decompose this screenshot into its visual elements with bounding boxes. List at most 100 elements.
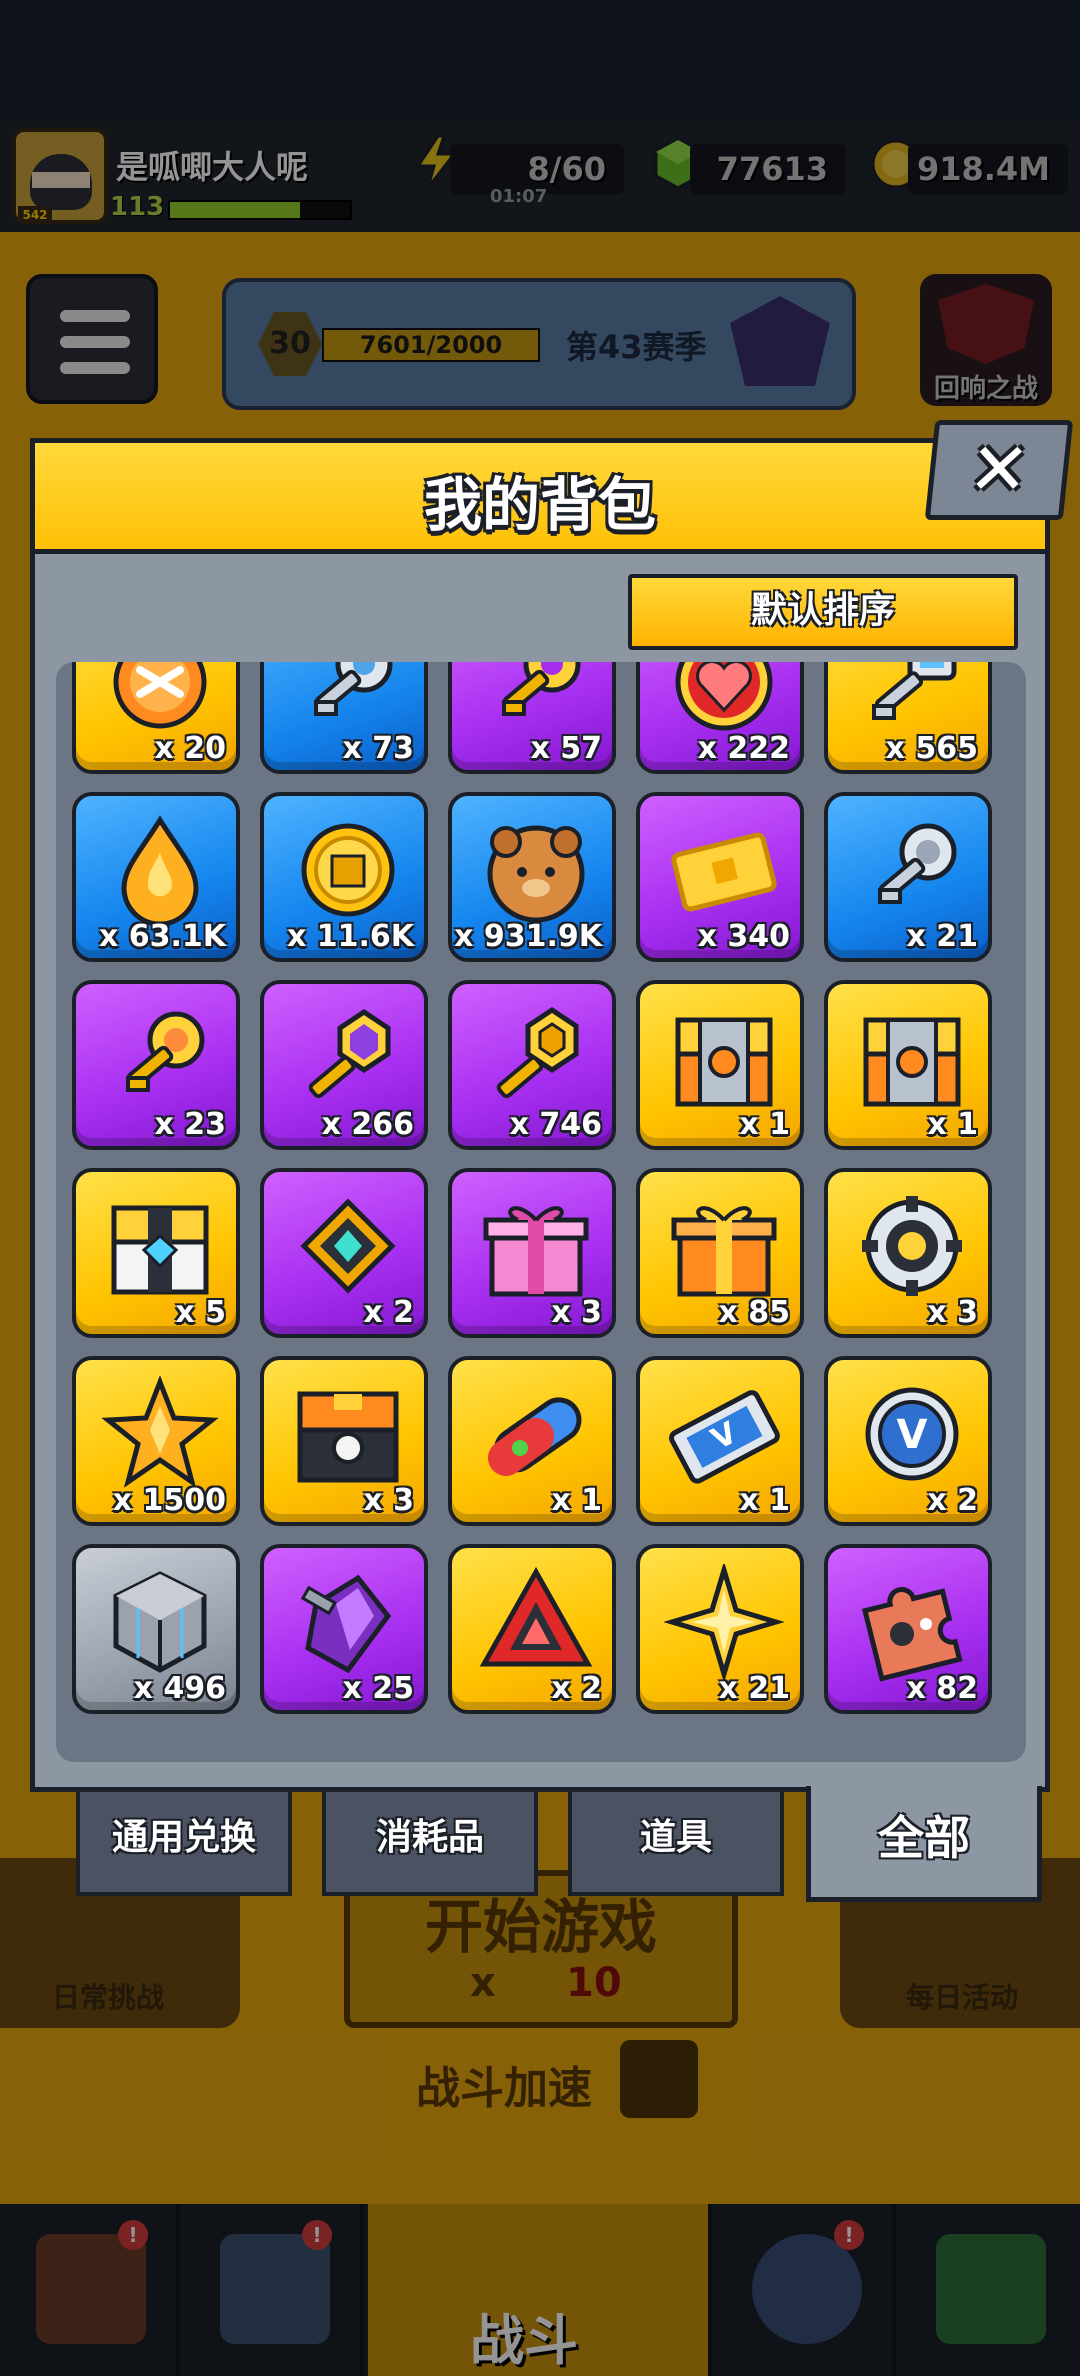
- gold-star-icon: [664, 1564, 784, 1682]
- item-quantity: x 23: [154, 1107, 226, 1142]
- close-button[interactable]: ✕: [924, 420, 1074, 520]
- item-slot[interactable]: x 222: [636, 662, 804, 774]
- item-quantity: x 2: [363, 1295, 414, 1330]
- item-quantity: x 1: [739, 1107, 790, 1142]
- gold-key-icon: [502, 662, 581, 716]
- item-slot[interactable]: x 63.1K: [72, 792, 240, 962]
- star-crystal-icon: [101, 1376, 219, 1488]
- pink-gift-icon: [483, 1206, 589, 1297]
- map-gem-icon: [300, 1198, 396, 1294]
- gold-coin-icon: [301, 823, 395, 917]
- capsule-icon: [488, 1397, 582, 1476]
- item-quantity: x 5: [175, 1295, 226, 1330]
- tab-label: 通用兑换: [111, 1817, 256, 1858]
- item-slot[interactable]: x 2: [260, 1168, 428, 1338]
- item-quantity: x 746: [509, 1107, 602, 1142]
- item-quantity: x 3: [363, 1483, 414, 1518]
- item-slot[interactable]: x 23: [72, 980, 240, 1150]
- item-quantity: x 82: [906, 1671, 978, 1706]
- item-slot[interactable]: x 565: [824, 662, 992, 774]
- item-quantity: x 21: [906, 919, 978, 954]
- sort-button[interactable]: 默认排序: [628, 574, 1018, 650]
- item-quantity: x 11.6K: [286, 919, 414, 954]
- item-slot[interactable]: x 20: [72, 662, 240, 774]
- item-quantity: x 3: [551, 1295, 602, 1330]
- item-quantity: x 25: [342, 1671, 414, 1706]
- item-quantity: x 3: [927, 1295, 978, 1330]
- orange-rune-orb-icon: [113, 662, 207, 729]
- tab-all[interactable]: 全部: [806, 1786, 1042, 1902]
- puzzle-piece-icon: [861, 1587, 963, 1682]
- tab-label: 消耗品: [375, 1817, 484, 1858]
- item-slot[interactable]: x 1: [636, 980, 804, 1150]
- item-quantity: x 2: [551, 1671, 602, 1706]
- v-ticket-icon: V: [669, 1390, 780, 1484]
- item-quantity: x 1: [739, 1483, 790, 1518]
- rose-key-icon: [126, 1011, 205, 1092]
- item-quantity: x 57: [530, 731, 602, 766]
- item-slot[interactable]: x 3: [824, 1168, 992, 1338]
- tab-label: 全部: [878, 1811, 970, 1865]
- item-slot[interactable]: x 496: [72, 1544, 240, 1714]
- item-quantity: x 266: [321, 1107, 414, 1142]
- item-slot[interactable]: x 21: [824, 792, 992, 962]
- item-quantity: x 222: [697, 731, 790, 766]
- tab-label: 道具: [639, 1817, 712, 1858]
- status-strip: [0, 0, 1080, 120]
- item-slot[interactable]: x 85: [636, 1168, 804, 1338]
- item-quantity: x 2: [927, 1483, 978, 1518]
- item-slot[interactable]: Vx 1: [636, 1356, 804, 1526]
- cube-icon: [113, 1571, 207, 1673]
- item-slot[interactable]: x 73: [260, 662, 428, 774]
- close-icon: ✕: [964, 427, 1034, 511]
- item-quantity: x 85: [718, 1295, 790, 1330]
- item-quantity: x 1: [927, 1107, 978, 1142]
- item-slot[interactable]: x 25: [260, 1544, 428, 1714]
- dog-cookie-icon: [487, 825, 585, 923]
- gold-ticket-icon: [671, 832, 777, 912]
- item-slot[interactable]: x 5: [72, 1168, 240, 1338]
- item-quantity: x 931.9K: [454, 919, 602, 954]
- svg-text:V: V: [897, 1412, 928, 1458]
- item-quantity: x 20: [154, 731, 226, 766]
- item-quantity: x 565: [885, 731, 978, 766]
- black-chest-icon: [297, 1391, 399, 1483]
- item-slot[interactable]: x 3: [260, 1356, 428, 1526]
- heart-medal-icon: [675, 662, 773, 731]
- item-slot[interactable]: Vx 2: [824, 1356, 992, 1526]
- item-slot[interactable]: x 746: [448, 980, 616, 1150]
- item-slot[interactable]: x 82: [824, 1544, 992, 1714]
- orange-chest-icon: [863, 1017, 961, 1107]
- silver-key-icon: [314, 662, 393, 716]
- item-slot[interactable]: x 2: [448, 1544, 616, 1714]
- item-slot[interactable]: x 57: [448, 662, 616, 774]
- red-triangle-icon: [479, 1566, 593, 1667]
- hex-key-icon: [496, 1006, 579, 1099]
- item-quantity: x 340: [697, 919, 790, 954]
- item-quantity: x 1500: [112, 1483, 226, 1518]
- skull-key-icon: [878, 823, 957, 904]
- orange-chest-icon: [675, 1017, 773, 1107]
- item-quantity: x 21: [718, 1671, 790, 1706]
- tab-props[interactable]: 道具: [568, 1792, 784, 1896]
- item-slot[interactable]: x 3: [448, 1168, 616, 1338]
- item-slot[interactable]: x 1: [824, 980, 992, 1150]
- amethyst-key-icon: [308, 1008, 391, 1099]
- item-quantity: x 63.1K: [98, 919, 226, 954]
- item-slot[interactable]: x 1: [448, 1356, 616, 1526]
- item-slot[interactable]: x 340: [636, 792, 804, 962]
- item-slot[interactable]: x 1500: [72, 1356, 240, 1526]
- purple-crystal-icon: [300, 1574, 392, 1674]
- orange-gift-icon: [671, 1206, 777, 1297]
- tab-exchange[interactable]: 通用兑换: [76, 1792, 292, 1896]
- item-slot[interactable]: x 21: [636, 1544, 804, 1714]
- item-slot[interactable]: x 11.6K: [260, 792, 428, 962]
- tab-consumables[interactable]: 消耗品: [322, 1792, 538, 1896]
- crystal-key-icon: [872, 662, 957, 720]
- v-coin-icon: V: [865, 1387, 959, 1481]
- item-slot[interactable]: x 931.9K: [448, 792, 616, 962]
- item-quantity: x 496: [133, 1671, 226, 1706]
- item-slot[interactable]: x 266: [260, 980, 428, 1150]
- item-quantity: x 1: [551, 1483, 602, 1518]
- item-grid[interactable]: x 20 x 73 x 57 x 222 x 565 x 63.1K x 11.6K x 93…: [56, 662, 1026, 1762]
